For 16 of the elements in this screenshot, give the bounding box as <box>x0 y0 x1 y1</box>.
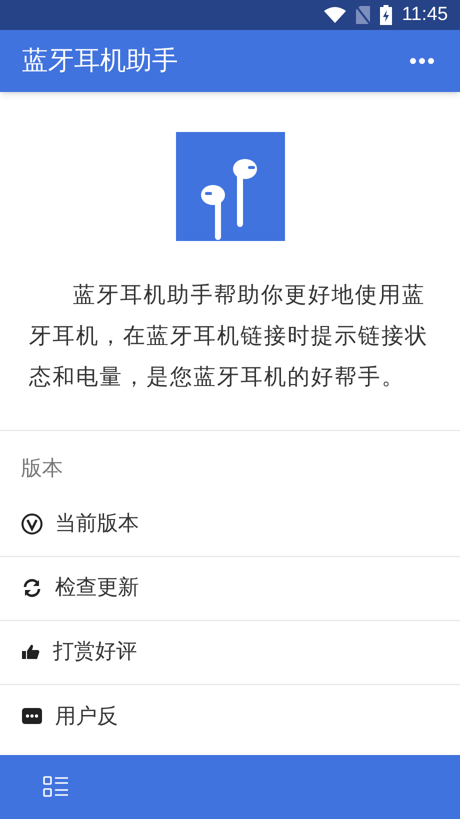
app-title: 蓝牙耳机助手 <box>22 44 178 78</box>
no-sim-icon <box>356 6 370 24</box>
thumbs-up-icon <box>21 642 41 662</box>
section-title: 版本 <box>20 455 64 482</box>
settings-item[interactable]: 检查更新 <box>0 556 460 620</box>
settings-item[interactable]: 当前版本 <box>0 492 460 556</box>
settings-item[interactable]: 用户反 <box>0 684 460 748</box>
clock: 11:45 <box>402 2 448 27</box>
list-tab[interactable] <box>43 775 69 799</box>
description: 蓝牙耳机助手帮助你更好地使用蓝牙耳机，在蓝牙耳机链接时提示链接状态和电量，是您蓝牙耳机的好帮手。 <box>28 282 430 392</box>
v-circle-icon <box>21 513 43 535</box>
refresh-icon <box>21 577 43 599</box>
wifi-icon <box>324 7 346 23</box>
settings-item[interactable]: 打赏好评 <box>0 620 460 684</box>
battery-icon <box>380 5 392 25</box>
list-icon <box>43 775 69 799</box>
